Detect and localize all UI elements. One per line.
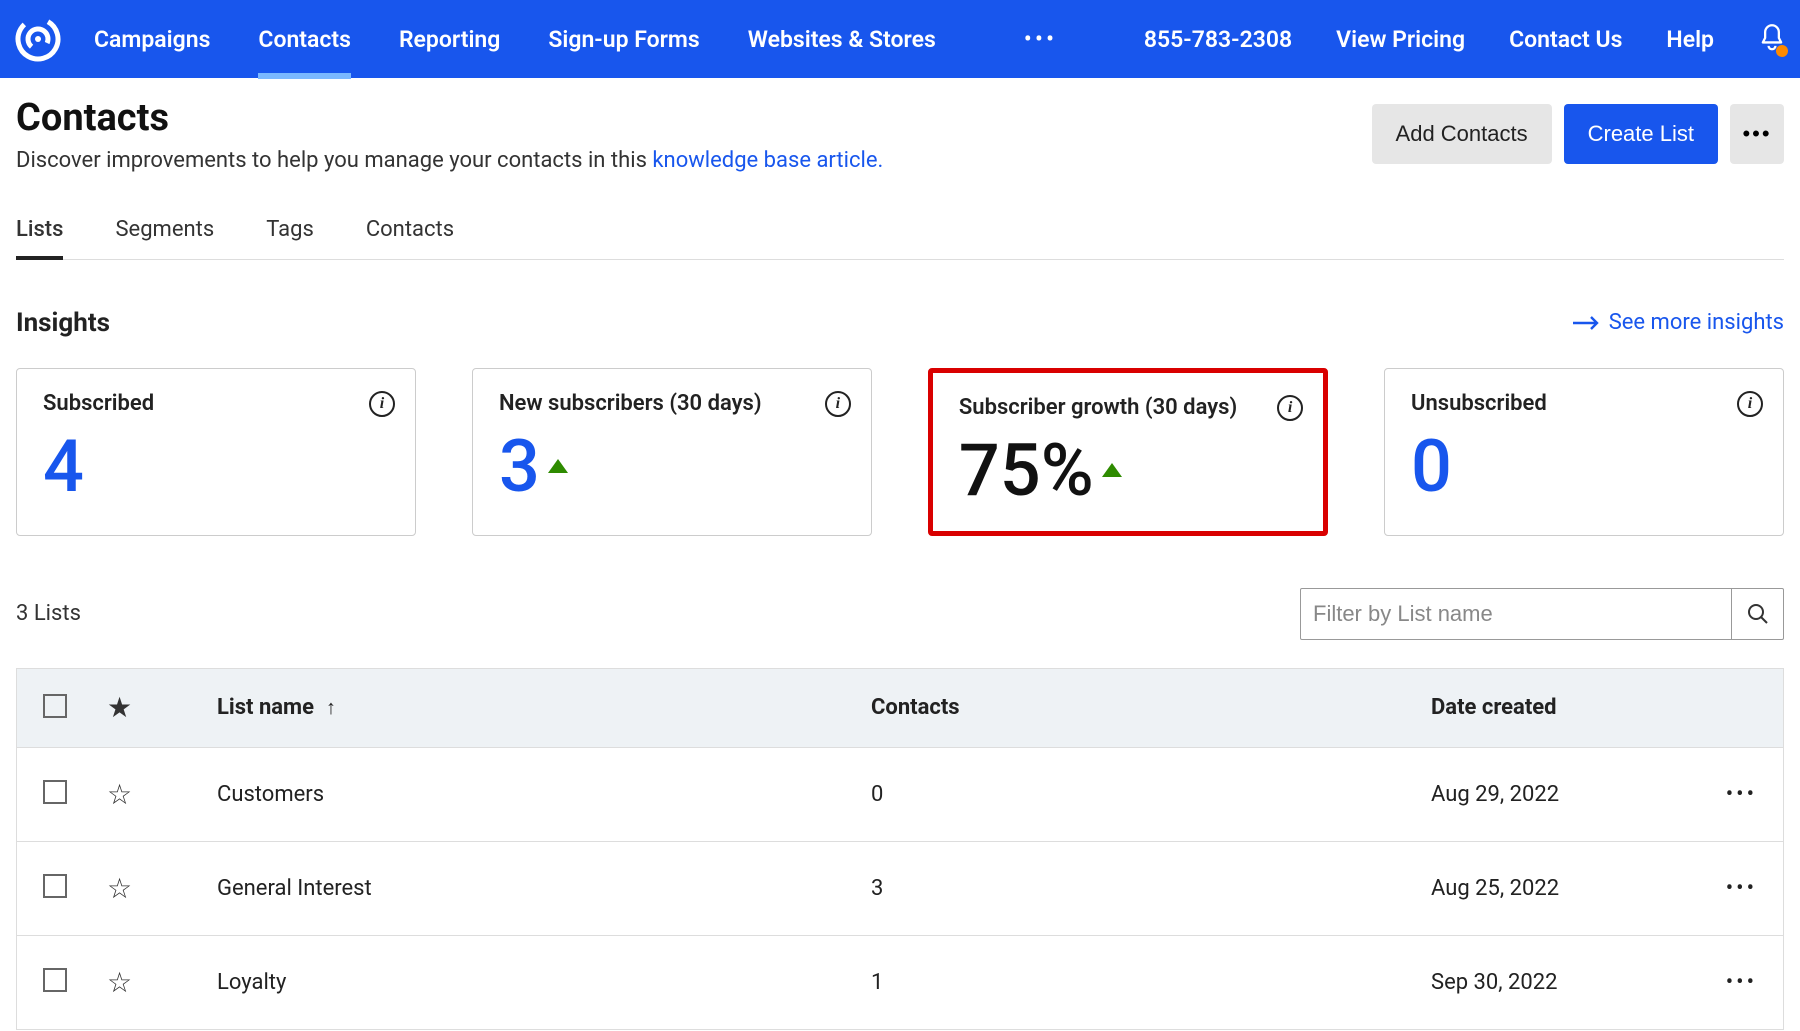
list-name[interactable]: Loyalty	[217, 970, 871, 995]
list-contacts: 1	[871, 970, 1431, 995]
lists-header: 3 Lists	[16, 588, 1784, 640]
card-new-subscribers: New subscribers (30 days) i 3	[472, 368, 872, 536]
table-row: ☆ General Interest 3 Aug 25, 2022 •••	[17, 841, 1783, 935]
insights-heading: Insights	[16, 308, 1571, 338]
info-icon[interactable]: i	[369, 391, 395, 417]
card-title: New subscribers (30 days)	[499, 391, 845, 416]
header-more-button[interactable]: •••	[1730, 104, 1784, 164]
nav-websites-stores[interactable]: Websites & Stores	[748, 26, 936, 53]
info-icon[interactable]: i	[825, 391, 851, 417]
row-actions-button[interactable]: •••	[1726, 782, 1757, 807]
nav-phone[interactable]: 855-783-2308	[1144, 26, 1292, 53]
page-title: Contacts	[16, 96, 1372, 140]
star-header-icon: ★	[107, 691, 132, 724]
nav-more-icon[interactable]: •••	[1024, 25, 1057, 53]
knowledge-base-link[interactable]: knowledge base article.	[652, 148, 883, 173]
tab-contacts[interactable]: Contacts	[366, 217, 454, 259]
favorite-toggle[interactable]: ☆	[107, 778, 132, 811]
card-unsubscribed: Unsubscribed i 0	[1384, 368, 1784, 536]
favorite-toggle[interactable]: ☆	[107, 966, 132, 999]
trend-up-icon	[548, 459, 568, 473]
contacts-tabs: Lists Segments Tags Contacts	[16, 217, 1784, 260]
card-value: 0	[1411, 424, 1757, 509]
list-contacts: 3	[871, 876, 1431, 901]
brand-logo[interactable]	[14, 15, 62, 63]
page-subtitle: Discover improvements to help you manage…	[16, 146, 1372, 177]
notifications-button[interactable]	[1758, 23, 1786, 55]
insights-cards: Subscribed i 4 New subscribers (30 days)…	[16, 368, 1784, 536]
row-checkbox[interactable]	[43, 968, 67, 992]
card-title: Unsubscribed	[1411, 391, 1757, 416]
select-all-checkbox[interactable]	[43, 694, 67, 718]
table-row: ☆ Customers 0 Aug 29, 2022 •••	[17, 747, 1783, 841]
nav-help[interactable]: Help	[1666, 26, 1714, 53]
card-title: Subscriber growth (30 days)	[959, 395, 1297, 420]
card-title: Subscribed	[43, 391, 389, 416]
lists-table: ★ List name↑ Contacts Date created ☆ Cus…	[16, 668, 1784, 1030]
insights-header: Insights See more insights	[16, 308, 1784, 338]
notification-dot	[1776, 45, 1788, 57]
row-actions-button[interactable]: •••	[1726, 970, 1757, 995]
nav-left: Campaigns Contacts Reporting Sign-up For…	[94, 25, 1057, 53]
info-icon[interactable]: i	[1277, 395, 1303, 421]
row-checkbox[interactable]	[43, 874, 67, 898]
row-actions-button[interactable]: •••	[1726, 876, 1757, 901]
tab-lists[interactable]: Lists	[16, 217, 63, 260]
search-icon	[1746, 602, 1770, 626]
col-list-name[interactable]: List name↑	[217, 695, 871, 720]
info-icon[interactable]: i	[1737, 391, 1763, 417]
arrow-right-icon	[1571, 314, 1601, 332]
list-date-created: Sep 30, 2022	[1431, 970, 1691, 995]
lists-count: 3 Lists	[16, 601, 1300, 626]
nav-contacts[interactable]: Contacts	[258, 26, 351, 53]
see-more-insights-link[interactable]: See more insights	[1571, 310, 1784, 335]
nav-campaigns[interactable]: Campaigns	[94, 26, 210, 53]
list-name[interactable]: Customers	[217, 782, 871, 807]
card-value: 4	[43, 424, 389, 509]
add-contacts-button[interactable]: Add Contacts	[1372, 104, 1552, 164]
nav-contact-us[interactable]: Contact Us	[1509, 26, 1622, 53]
row-checkbox[interactable]	[43, 780, 67, 804]
list-name[interactable]: General Interest	[217, 876, 871, 901]
tab-tags[interactable]: Tags	[266, 217, 314, 259]
table-row: ☆ Loyalty 1 Sep 30, 2022 •••	[17, 935, 1783, 1029]
col-contacts[interactable]: Contacts	[871, 695, 1431, 720]
card-subscribed: Subscribed i 4	[16, 368, 416, 536]
nav-view-pricing[interactable]: View Pricing	[1336, 26, 1465, 53]
create-list-button[interactable]: Create List	[1564, 104, 1718, 164]
filter-search-button[interactable]	[1732, 588, 1784, 640]
list-date-created: Aug 25, 2022	[1431, 876, 1691, 901]
list-date-created: Aug 29, 2022	[1431, 782, 1691, 807]
table-header: ★ List name↑ Contacts Date created	[17, 669, 1783, 747]
trend-up-icon	[1102, 463, 1122, 477]
nav-reporting[interactable]: Reporting	[399, 26, 500, 53]
nav-right: 855-783-2308 View Pricing Contact Us Hel…	[1144, 23, 1786, 55]
filter-list-input[interactable]	[1300, 588, 1732, 640]
favorite-toggle[interactable]: ☆	[107, 872, 132, 905]
card-subscriber-growth: Subscriber growth (30 days) i 75%	[928, 368, 1328, 536]
col-date-created[interactable]: Date created	[1431, 695, 1691, 720]
list-contacts: 0	[871, 782, 1431, 807]
page-header: Contacts Discover improvements to help y…	[16, 96, 1784, 177]
card-value: 75%	[959, 428, 1297, 513]
tab-segments[interactable]: Segments	[115, 217, 214, 259]
top-nav: Campaigns Contacts Reporting Sign-up For…	[0, 0, 1800, 78]
card-value: 3	[499, 424, 845, 509]
nav-signup-forms[interactable]: Sign-up Forms	[548, 26, 699, 53]
sort-asc-icon: ↑	[326, 695, 336, 720]
